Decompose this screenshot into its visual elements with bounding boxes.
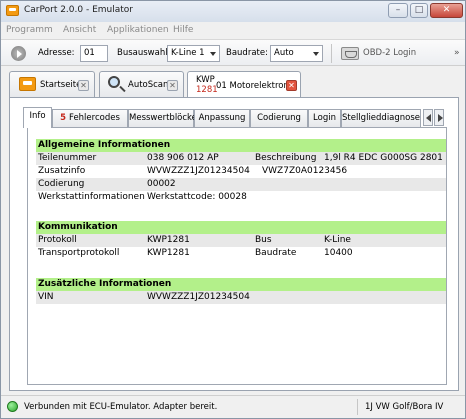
tab-startseite-label: Startseite: [40, 80, 82, 90]
menu-hilfe[interactable]: Hilfe: [173, 25, 193, 35]
toolbar-divider: [331, 44, 332, 63]
close-tab-icon[interactable]: ✕: [78, 80, 89, 91]
baudrate-select-value: Auto: [274, 48, 294, 58]
kwp-protocol-label: KWP: [196, 75, 215, 85]
info-grid: Allgemeine Informationen Teilenummer 038…: [27, 127, 447, 385]
address-label: Adresse:: [38, 48, 75, 58]
zusatzinfo-label: Zusatzinfo: [38, 166, 86, 176]
chevron-right-icon: [438, 114, 443, 122]
codierung-value: 00002: [147, 179, 176, 189]
obd-connector-icon[interactable]: [341, 47, 359, 60]
tab-stellglieddiagnose[interactable]: Stellglieddiagnose: [341, 109, 421, 127]
protokoll-value: KWP1281: [147, 235, 190, 245]
status-divider: [357, 399, 358, 415]
baudrate-label-cell: Baudrate: [255, 248, 297, 258]
menu-programm[interactable]: Programm: [6, 25, 53, 35]
table-row: Teilenummer 038 906 012 AP Beschreibung …: [36, 152, 446, 165]
bus-select[interactable]: K-Line 1: [167, 45, 220, 62]
carport-app-icon: [6, 5, 19, 16]
toolbar-overflow-icon[interactable]: »: [454, 48, 460, 58]
maximize-button[interactable]: □: [410, 3, 428, 18]
table-row: VIN WVWZZZ1JZ01234504: [36, 291, 446, 304]
vin-value: WVWZZZ1JZ01234504: [147, 292, 250, 302]
close-button[interactable]: ✕: [430, 3, 463, 18]
tabs-scroll-right-button[interactable]: [434, 109, 444, 126]
tabs-scroll-left-button[interactable]: [423, 109, 433, 126]
tab-motorelektronik-label: 01 Motorelektronik: [216, 81, 297, 91]
go-arrow-icon[interactable]: [11, 46, 26, 61]
section-header: Zusätzliche Informationen: [36, 278, 446, 291]
baudrate-label: Baudrate:: [226, 48, 268, 58]
chevron-left-icon: [426, 114, 431, 122]
beschreibung-value: 1,9l R4 EDC G000SG 2801: [324, 153, 443, 163]
tab-autoscan[interactable]: AutoScan ✕: [99, 71, 184, 97]
codierung-label: Codierung: [38, 179, 85, 189]
section-header: Kommunikation: [36, 221, 446, 234]
transportprotokoll-value: KWP1281: [147, 248, 190, 258]
baudrate-value: 10400: [324, 248, 353, 258]
search-icon: [108, 76, 120, 88]
tab-fehlercodes-label: Fehlercodes: [69, 113, 120, 123]
table-row: Transportprotokoll KWP1281 Baudrate 1040…: [36, 247, 446, 260]
zusatzinfo-value: WVWZZZ1JZ01234504: [147, 166, 250, 176]
baudrate-select[interactable]: Auto: [270, 45, 323, 62]
minimize-button[interactable]: –: [388, 3, 408, 18]
tab-fehlercodes[interactable]: 5 Fehlercodes: [52, 109, 128, 127]
close-tab-icon[interactable]: ✕: [286, 80, 297, 91]
tab-autoscan-label: AutoScan: [128, 80, 169, 90]
chevron-down-icon: [210, 52, 216, 56]
address-input[interactable]: 01: [80, 45, 108, 62]
menu-ansicht[interactable]: Ansicht: [63, 25, 96, 35]
werkstatt-label: Werkstattinformationen: [38, 192, 145, 202]
bus-label: Busauswahl:: [117, 48, 171, 58]
teilenummer-value: 038 906 012 AP: [147, 153, 219, 163]
protokoll-label: Protokoll: [38, 235, 77, 245]
table-row: Protokoll KWP1281 Bus K-Line: [36, 234, 446, 247]
section-header: Allgemeine Informationen: [36, 139, 446, 152]
vehicle-label: 1J VW Golf/Bora IV: [365, 402, 444, 412]
startseite-icon: [19, 77, 36, 91]
teilenummer-label: Teilenummer: [38, 153, 97, 163]
section-zusatz: Zusätzliche Informationen VIN WVWZZZ1JZ0…: [36, 278, 446, 304]
main-content-panel: Info 5 Fehlercodes Messwertblöcke Anpassu…: [9, 97, 459, 391]
close-tab-icon[interactable]: ✕: [167, 80, 178, 91]
vin-label: VIN: [38, 292, 54, 302]
bus-value: K-Line: [324, 235, 351, 245]
werkstatt-value: Werkstattcode: 00028: [147, 192, 247, 202]
document-tabs: Startseite ✕ AutoScan ✕ KWP 1281 01 Moto…: [1, 67, 465, 98]
tab-codierung[interactable]: Codierung: [250, 109, 308, 127]
kwp-protocol-number: 1281: [196, 85, 218, 95]
table-row: Codierung 00002: [36, 178, 446, 191]
status-message: Verbunden mit ECU-Emulator. Adapter bere…: [24, 402, 218, 412]
obd-login-button[interactable]: OBD-2 Login: [363, 48, 416, 58]
window-title: CarPort 2.0.0 - Emulator: [24, 5, 133, 15]
transportprotokoll-label: Transportprotokoll: [38, 248, 120, 258]
tab-login[interactable]: Login: [308, 109, 341, 127]
connection-status-icon: [7, 401, 18, 412]
table-row: Werkstattinformationen Werkstattcode: 00…: [36, 191, 446, 204]
section-allgemein: Allgemeine Informationen Teilenummer 038…: [36, 139, 446, 204]
chevron-down-icon: [313, 52, 319, 56]
beschreibung-label: Beschreibung: [255, 153, 317, 163]
function-tabs: Info 5 Fehlercodes Messwertblöcke Anpassu…: [23, 107, 447, 128]
app-window: CarPort 2.0.0 - Emulator – □ ✕ Programm …: [0, 0, 466, 419]
fehlercodes-count-badge: 5: [60, 113, 67, 123]
zusatzinfo-value-2: VWZ7Z0A0123456: [262, 166, 348, 176]
tab-motorelektronik[interactable]: KWP 1281 01 Motorelektronik ✕: [187, 71, 301, 98]
bus-select-value: K-Line 1: [171, 48, 205, 58]
tab-info[interactable]: Info: [23, 107, 52, 128]
toolbar: Adresse: 01 Busauswahl: K-Line 1 Baudrat…: [1, 39, 465, 66]
menu-applikationen[interactable]: Applikationen: [107, 25, 169, 35]
tab-startseite[interactable]: Startseite ✕: [9, 71, 95, 97]
menu-bar: Programm Ansicht Applikationen Hilfe: [1, 23, 465, 38]
status-bar: Verbunden mit ECU-Emulator. Adapter bere…: [1, 395, 465, 418]
tab-anpassung[interactable]: Anpassung: [194, 109, 250, 127]
title-bar: CarPort 2.0.0 - Emulator – □ ✕: [1, 1, 465, 22]
bus-label-cell: Bus: [255, 235, 272, 245]
section-kommunikation: Kommunikation Protokoll KWP1281 Bus K-Li…: [36, 221, 446, 260]
tab-messwertbloecke[interactable]: Messwertblöcke: [128, 109, 197, 127]
table-row: Zusatzinfo WVWZZZ1JZ01234504 VWZ7Z0A0123…: [36, 165, 446, 178]
